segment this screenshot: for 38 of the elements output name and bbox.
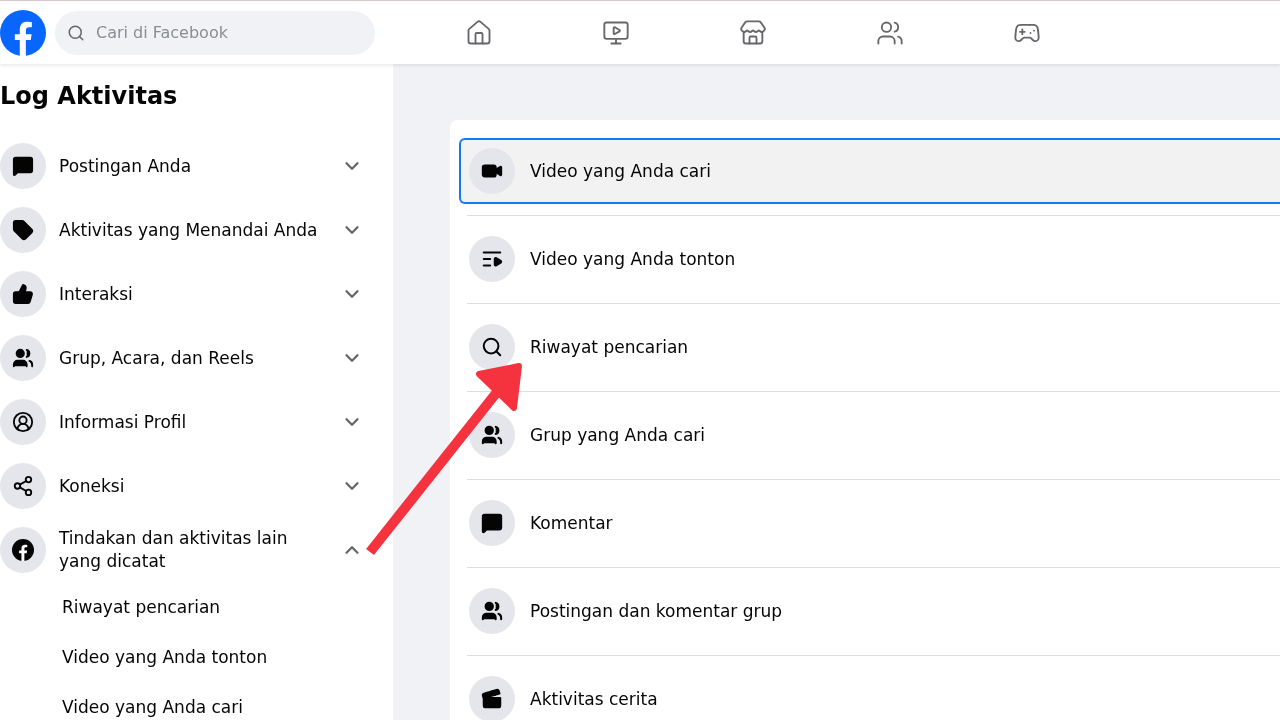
row-label: Komentar — [530, 513, 613, 533]
like-icon — [0, 271, 46, 317]
category-label[interactable]: Postingan Anda — [59, 154, 319, 178]
page-title: Log Aktivitas — [0, 82, 179, 110]
row-label: Video yang Anda tonton — [530, 249, 736, 269]
activity-row[interactable]: Aktivitas cerita — [459, 666, 1280, 720]
subcategory-link[interactable]: Riwayat pencarian — [0, 582, 393, 632]
category-label[interactable]: Aktivitas yang Menandai Anda — [59, 218, 319, 242]
search-bar[interactable]: Cari di Facebook — [55, 10, 375, 55]
facebook-mark — [12, 539, 34, 561]
groups-icon — [0, 335, 46, 381]
search-input[interactable]: Cari di Facebook — [94, 22, 348, 43]
activity-row[interactable]: Komentar — [459, 490, 1280, 556]
category-label[interactable]: Tindakan dan aktivitas lain yang dicatat — [59, 527, 319, 573]
watchlist-icon — [469, 236, 515, 282]
category-label[interactable]: Interaksi — [59, 282, 319, 306]
search-icon — [67, 23, 85, 42]
row-label: Riwayat pencarian — [530, 337, 689, 357]
category-label[interactable]: Informasi Profil — [59, 410, 319, 434]
row-label: Grup yang Anda cari — [530, 425, 706, 445]
row-label: Video yang Anda cari — [530, 161, 711, 181]
subcategory-link[interactable]: Video yang Anda cari — [0, 682, 393, 720]
activity-row[interactable]: Video yang Anda tonton — [459, 226, 1280, 292]
activity-row[interactable]: Riwayat pencarian — [459, 314, 1280, 380]
row-label: Postingan dan komentar grup — [530, 601, 783, 621]
activity-row[interactable]: Grup yang Anda cari — [459, 402, 1280, 468]
category-label[interactable]: Koneksi — [59, 474, 319, 498]
row-label: Aktivitas cerita — [530, 689, 658, 709]
tag-icon — [0, 207, 46, 253]
subcategory-link[interactable]: Video yang Anda tonton — [0, 632, 393, 682]
search-icon — [469, 324, 515, 370]
groups-icon — [469, 588, 515, 634]
category-label[interactable]: Grup, Acara, dan Reels — [59, 346, 319, 370]
activity-row[interactable]: Video yang Anda cari — [459, 138, 1280, 204]
profile-icon — [0, 399, 46, 445]
activity-row[interactable]: Postingan dan komentar grup — [459, 578, 1280, 644]
comment-icon — [469, 500, 515, 546]
groups-icon — [469, 412, 515, 458]
